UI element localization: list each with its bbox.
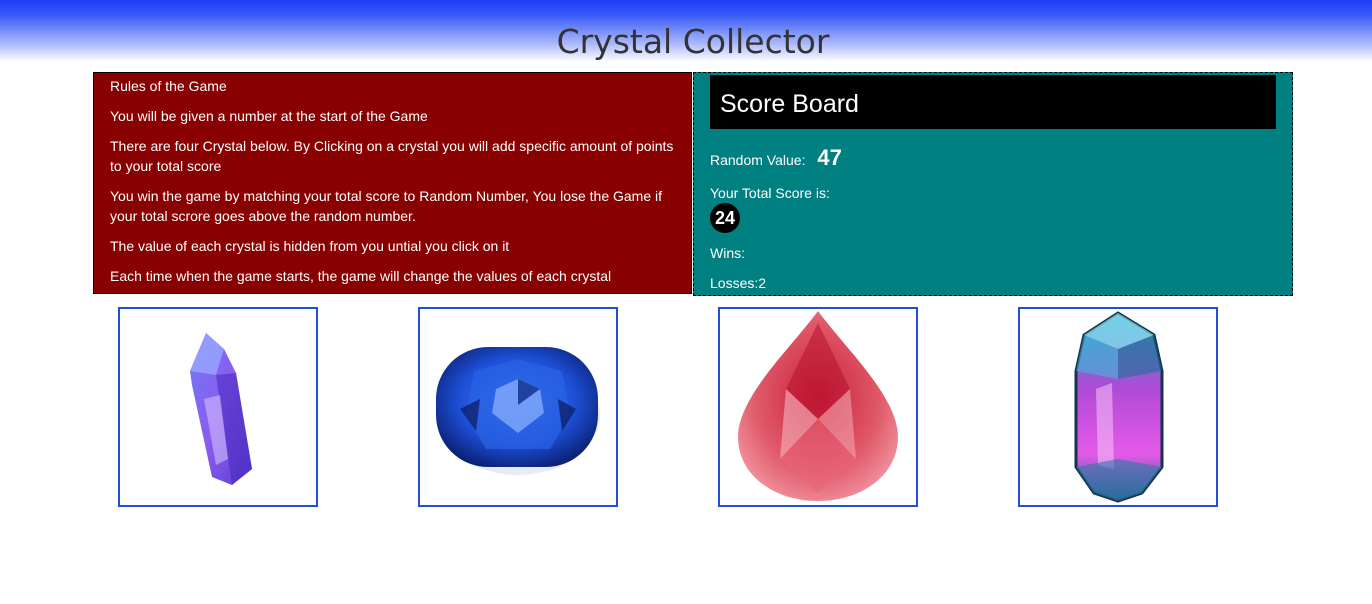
rules-heading: Rules of the Game [110,78,227,94]
rule-line: You will be given a number at the start … [110,108,428,124]
crystal-button-3[interactable] [718,307,918,507]
losses-label: Losses: [710,275,759,291]
page-title: Crystal Collector [556,22,830,61]
total-score-badge: 24 [710,203,740,233]
rule-line: The value of each crystal is hidden from… [110,238,510,254]
score-board-panel: Score Board Random Value: 47 Your Total … [693,72,1293,296]
losses-value: 2 [758,275,767,291]
score-board-title: Score Board [710,75,1276,129]
wins-label: Wins: [710,245,745,261]
crystal-button-4[interactable] [1018,307,1218,507]
pink-pear-diamond-icon [738,311,898,501]
random-value: 47 [817,145,842,170]
random-value-row: Random Value: 47 [710,145,842,173]
crystal-button-1[interactable] [118,307,318,507]
crystal-button-2[interactable] [418,307,618,507]
blue-sapphire-gem-icon [436,347,600,475]
wins-row: Wins: [710,245,745,261]
teal-magenta-crystal-icon [1074,311,1164,503]
total-score-label: Your Total Score is: [710,185,830,201]
losses-row: Losses:2 [710,275,766,291]
purple-quartz-crystal-icon [190,333,252,485]
rule-line: You win the game by matching your total … [110,188,663,224]
rules-panel: Rules of the Game You will be given a nu… [93,72,692,294]
rule-line: There are four Crystal below. By Clickin… [110,138,674,174]
rule-line: Each time when the game starts, the game… [110,268,612,284]
random-value-label: Random Value: [710,152,806,168]
